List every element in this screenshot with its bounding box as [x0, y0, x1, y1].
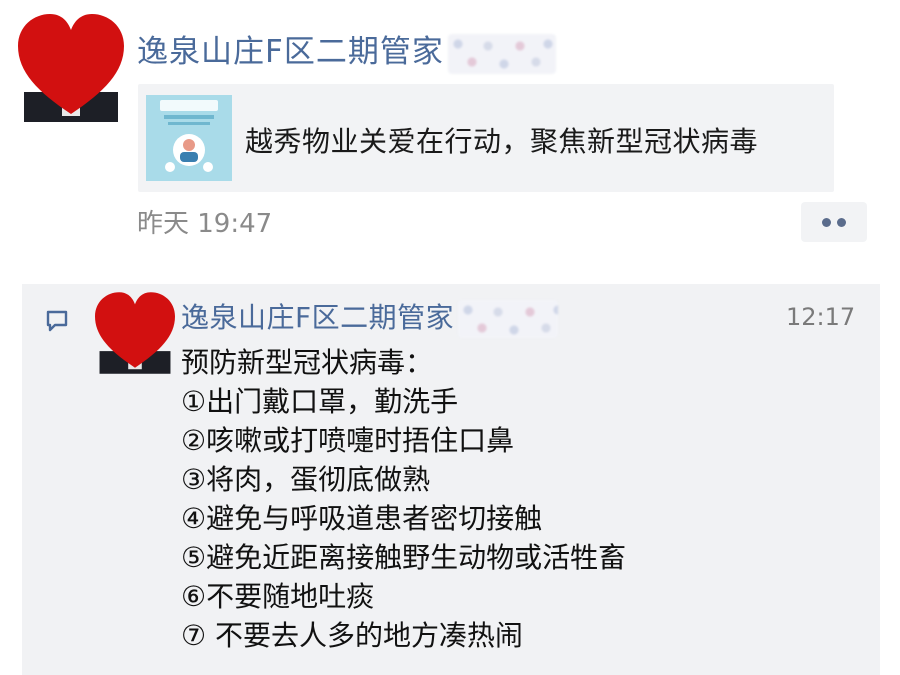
poster-avatar[interactable] [18, 14, 124, 122]
chat-message-text: 预防新型冠状病毒： ①出门戴口罩，勤洗手 ②咳嗽或打喷嚏时捂住口鼻 ③将肉，蛋彻… [181, 343, 626, 655]
blurred-name-suffix [458, 300, 559, 338]
message-line: ⑦ 不要去人多的地方凑热闹 [181, 619, 524, 652]
message-line: ⑥不要随地吐痰 [181, 580, 375, 613]
poster-name-text[interactable]: 逸泉山庄F区二期管家 [137, 34, 444, 70]
more-dot [837, 217, 846, 227]
shared-article-card[interactable]: 越秀物业关爱在行动，聚焦新型冠状病毒 [138, 84, 834, 192]
sender-avatar[interactable] [95, 290, 175, 376]
chat-timestamp: 12:17 [786, 303, 856, 331]
message-line: ③将肉，蛋彻底做熟 [181, 463, 431, 496]
message-line: ①出门戴口罩，勤洗手 [181, 385, 459, 418]
article-thumbnail [146, 95, 232, 181]
message-line: ②咳嗽或打喷嚏时捂住口鼻 [181, 424, 515, 457]
chat-bubble-icon [45, 309, 69, 337]
blurred-name-suffix [447, 33, 556, 74]
heart-avatar-icon [18, 14, 124, 122]
heart-avatar-icon [95, 292, 175, 374]
chat-sender-text[interactable]: 逸泉山庄F区二期管家 [181, 301, 454, 334]
chat-sender-name[interactable]: 逸泉山庄F区二期管家 [181, 296, 559, 338]
more-dots-icon [822, 217, 831, 227]
article-title: 越秀物业关爱在行动，聚焦新型冠状病毒 [245, 125, 759, 158]
poster-name[interactable]: 逸泉山庄F区二期管家 [137, 26, 556, 74]
post-timestamp: 昨天 19:47 [137, 209, 273, 239]
more-actions-button[interactable] [801, 202, 867, 242]
message-line: ④避免与呼吸道患者密切接触 [181, 502, 543, 535]
message-line: 预防新型冠状病毒： [181, 346, 434, 379]
message-line: ⑤避免近距离接触野生动物或活牲畜 [181, 541, 627, 574]
